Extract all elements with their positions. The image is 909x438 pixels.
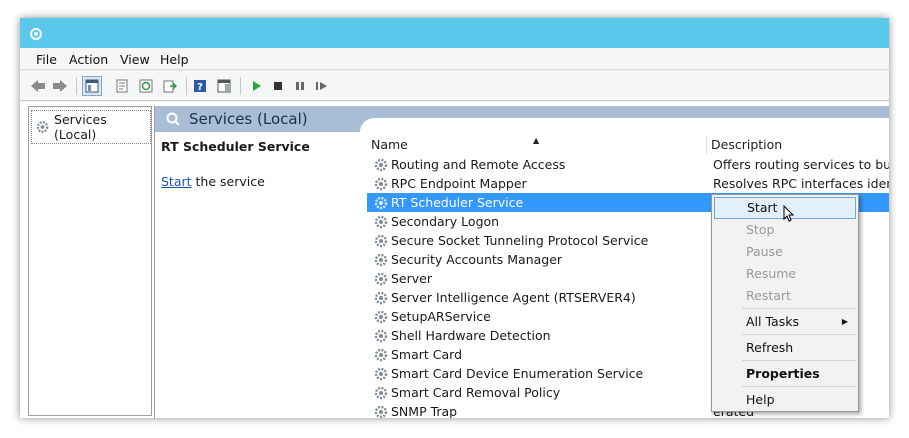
- service-name: SetupARService: [391, 309, 491, 324]
- refresh-icon[interactable]: [136, 76, 156, 96]
- service-gear-icon: [374, 291, 388, 304]
- context-menu-all-tasks-label: All Tasks: [746, 314, 799, 329]
- tree-item-label: Services (Local): [54, 112, 107, 142]
- toolbar: ?: [20, 71, 889, 101]
- start-service-link[interactable]: Start: [161, 174, 192, 189]
- context-menu-restart[interactable]: Restart: [714, 285, 856, 307]
- service-gear-icon: [374, 253, 388, 266]
- service-gear-icon: [374, 329, 388, 342]
- service-row[interactable]: Routing and Remote Access Offers routing …: [367, 155, 889, 174]
- title-bar[interactable]: [20, 18, 889, 48]
- service-gear-icon: [374, 405, 388, 418]
- service-gear-icon: [374, 367, 388, 380]
- context-menu-refresh[interactable]: Refresh: [714, 337, 856, 359]
- toolbar-separator: [76, 77, 77, 95]
- service-row[interactable]: RPC Endpoint Mapper Resolves RPC interfac…: [367, 174, 889, 193]
- services-search-icon: [166, 112, 180, 126]
- service-gear-icon: [374, 177, 388, 190]
- service-name: Server: [391, 271, 432, 286]
- extended-tab-edge: [360, 118, 889, 134]
- context-menu-all-tasks[interactable]: All Tasks ▶: [714, 311, 856, 333]
- service-name: Security Accounts Manager: [391, 252, 563, 267]
- context-menu-separator: [742, 360, 856, 361]
- context-menu-separator: [742, 386, 856, 387]
- service-name: Secure Socket Tunneling Protocol Service: [391, 233, 649, 248]
- service-name: RPC Endpoint Mapper: [391, 176, 527, 191]
- context-menu-separator: [742, 308, 856, 309]
- service-name: Smart Card Removal Policy: [391, 385, 561, 400]
- service-gear-icon: [374, 348, 388, 361]
- context-menu-help[interactable]: Help: [714, 389, 856, 411]
- show-hide-tree-icon[interactable]: [82, 76, 102, 96]
- services-gear-icon: [36, 121, 49, 133]
- menu-help[interactable]: Help: [160, 52, 189, 67]
- service-description: Offers routing services to busines: [713, 157, 889, 172]
- help-icon[interactable]: ?: [190, 76, 210, 96]
- service-name: Secondary Logon: [391, 214, 500, 229]
- export-list-icon[interactable]: [160, 76, 180, 96]
- svg-text:?: ?: [197, 82, 203, 93]
- start-service-icon[interactable]: [246, 76, 266, 96]
- service-action-suffix: the service: [191, 174, 265, 189]
- menu-view[interactable]: View: [120, 52, 150, 67]
- column-header-description-label: Description: [711, 137, 783, 152]
- service-gear-icon: [374, 386, 388, 399]
- menu-bar: File Action View Help: [20, 48, 889, 70]
- properties-icon[interactable]: [112, 76, 132, 96]
- service-description: Resolves RPC interfaces identifier: [713, 176, 889, 191]
- pane-title: Services (Local): [189, 110, 308, 128]
- toolbar-separator: [186, 77, 187, 95]
- service-name: Smart Card: [391, 347, 463, 362]
- context-menu-separator: [742, 334, 856, 335]
- service-name: Routing and Remote Access: [391, 157, 566, 172]
- mouse-cursor-icon: [783, 205, 795, 222]
- stop-service-icon[interactable]: [268, 76, 288, 96]
- context-menu-pause[interactable]: Pause: [714, 241, 856, 263]
- service-gear-icon: [374, 158, 388, 171]
- console-tree: Services (Local): [28, 106, 152, 416]
- service-gear-icon: [374, 234, 388, 247]
- service-name: Shell Hardware Detection: [391, 328, 551, 343]
- service-name: RT Scheduler Service: [391, 195, 524, 210]
- service-action-text: Start the service: [161, 174, 265, 189]
- column-header-name-label: Name: [371, 137, 408, 152]
- service-name: Smart Card Device Enumeration Service: [391, 366, 644, 381]
- restart-service-icon[interactable]: [312, 76, 332, 96]
- service-name: Server Intelligence Agent (RTSERVER4): [391, 290, 636, 305]
- submenu-arrow-icon: ▶: [841, 317, 848, 326]
- services-gear-icon: [29, 27, 43, 41]
- back-icon[interactable]: [28, 76, 48, 96]
- pane-header: Services (Local): [155, 106, 889, 134]
- menu-file[interactable]: File: [36, 52, 57, 67]
- context-menu-properties[interactable]: Properties: [714, 363, 856, 385]
- column-header-name[interactable]: Name ▲: [367, 136, 707, 154]
- context-menu: Start Stop Pause Resume Restart All Task…: [711, 194, 859, 412]
- show-hide-action-pane-icon[interactable]: [214, 76, 234, 96]
- service-gear-icon: [374, 310, 388, 323]
- selected-service-name: RT Scheduler Service: [161, 139, 310, 154]
- service-gear-icon: [374, 215, 388, 228]
- service-name: SNMP Trap: [391, 404, 458, 418]
- context-menu-resume[interactable]: Resume: [714, 263, 856, 285]
- menu-action[interactable]: Action: [69, 52, 108, 67]
- tree-item-services-local[interactable]: Services (Local): [31, 110, 151, 144]
- toolbar-separator: [240, 77, 241, 95]
- service-gear-icon: [374, 272, 388, 285]
- service-gear-icon: [374, 196, 388, 209]
- pause-service-icon[interactable]: [290, 76, 310, 96]
- sort-ascending-icon: ▲: [533, 136, 540, 145]
- column-header-description[interactable]: Description: [707, 136, 889, 154]
- forward-icon[interactable]: [50, 76, 70, 96]
